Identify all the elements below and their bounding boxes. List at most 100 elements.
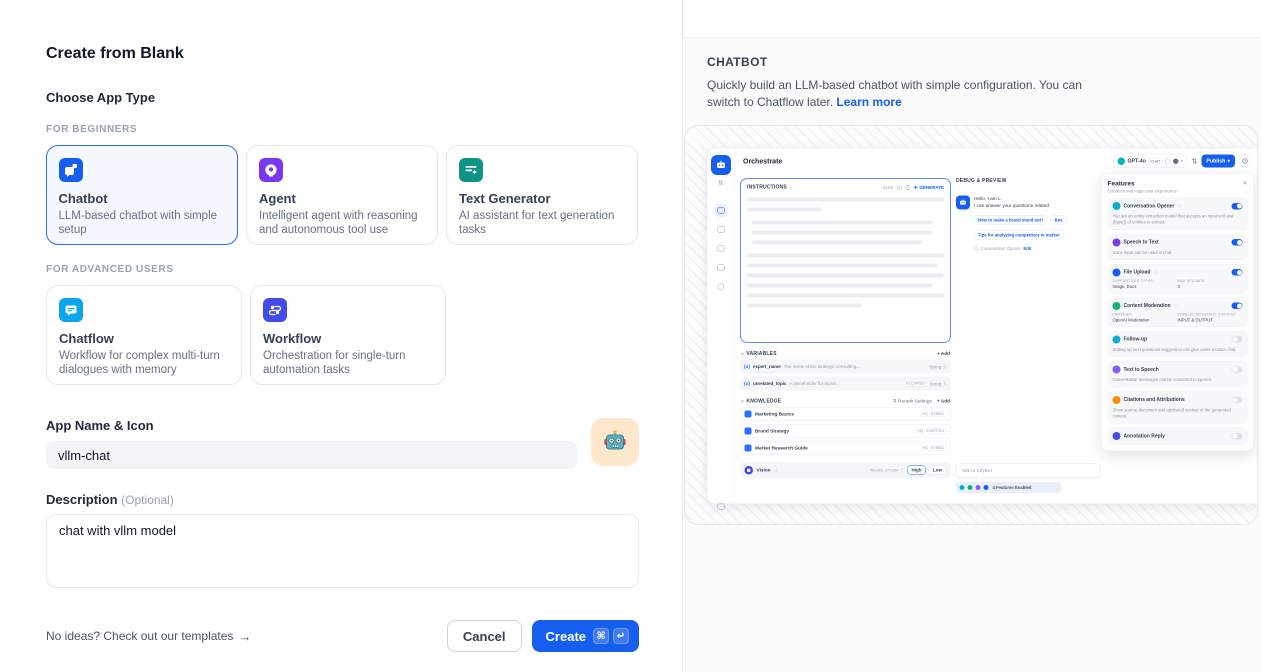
resolution-low-chip: Low	[929, 465, 947, 474]
learn-more-link[interactable]: Learn more	[836, 95, 901, 109]
app-type-card-agent[interactable]: Agent Intelligent agent with reasoning a…	[246, 145, 438, 245]
create-button[interactable]: Create ⌘ ↵	[532, 620, 639, 652]
debug-preview-title: DEBUG & PREVIEW	[956, 178, 1100, 184]
card-desc: Intelligent agent with reasoning and aut…	[259, 209, 425, 238]
card-desc: LLM-based chatbot with simple setup	[59, 209, 226, 238]
mini-orchestrate-icon	[714, 204, 727, 217]
feature-toggle	[1232, 203, 1243, 210]
variables-title: VARIABLES	[746, 351, 776, 357]
sparkle-icon	[913, 185, 918, 190]
info-icon: ⓘ	[901, 467, 905, 473]
opener-label: Conversation Opener	[981, 246, 1021, 251]
model-mini-icon-2	[1173, 158, 1179, 164]
knowledge-row: Brand Strategy HQ · INVERTED	[740, 424, 951, 438]
publish-label: Publish	[1206, 158, 1225, 164]
mini-image-icon	[714, 223, 727, 236]
caret-icon: ∨	[741, 399, 744, 404]
mini-notes-icon	[714, 261, 727, 274]
dataset-name: Market Research Guide	[755, 445, 916, 451]
mini-header: Orchestrate GPT-4o CHAT ▾ ⇅	[735, 148, 1258, 174]
card-desc: Orchestration for single-turn automation…	[263, 349, 433, 378]
citations-icon	[1113, 396, 1121, 404]
mini-history-icon	[1239, 155, 1251, 167]
feature-conversation-opener: Conversation Opener ⓘ You are an entity …	[1108, 197, 1248, 229]
templates-link-text: No ideas? Check out our templates	[46, 629, 233, 643]
features-enabled-bar: 4 Features Enabled	[956, 482, 1061, 493]
workflow-icon	[263, 298, 287, 322]
for-advanced-users-label: FOR ADVANCED USERS	[46, 264, 639, 275]
features-enabled-label: 4 Features Enabled	[993, 485, 1032, 490]
variable-icon: {x}	[897, 185, 902, 190]
mini-config-column: INSTRUCTIONS ⓘ 2192 {x} GENERATE	[740, 178, 951, 478]
dataset-badge: HQ · INVERTED	[916, 428, 947, 434]
description-textarea[interactable]	[46, 514, 639, 588]
app-name-row: App Name & Icon	[46, 418, 639, 469]
preview-description: Quickly build an LLM-based chatbot with …	[707, 77, 1087, 112]
variable-desc: A placeholder for topics...	[790, 381, 902, 386]
feature-desc: Show source document and attributed sect…	[1113, 407, 1243, 419]
variable-row: {x} unrelated_topic A placeholder for to…	[740, 376, 951, 390]
chatbot-preview-image: ⇅ Orchestrate G	[684, 125, 1258, 525]
annotation-reply-icon	[1113, 432, 1121, 440]
rerank-settings-button: ⇅ Rerank Settings	[893, 398, 932, 404]
mini-chat-input: Talk to DifyBot	[956, 463, 1100, 478]
app-name-input[interactable]	[46, 441, 577, 469]
description-label: Description (Optional)	[46, 492, 639, 507]
agent-icon	[259, 158, 283, 182]
feature-toggle	[1232, 366, 1243, 373]
card-title: Chatbot	[59, 191, 226, 206]
variable-name: unrelated_topic	[753, 381, 787, 386]
app-type-card-chatflow[interactable]: Chatflow Workflow for complex multi-turn…	[46, 285, 242, 385]
feature-text-to-speech: Text to Speech Conversation messages can…	[1108, 361, 1248, 387]
instructions-title: INSTRUCTIONS	[747, 184, 787, 190]
features-subtitle: Enhance web-app user experience	[1108, 188, 1178, 193]
kv-value: OpenAI Moderation	[1113, 317, 1178, 322]
dataset-badge: HQ · HYBRID	[920, 445, 947, 451]
variable-icon: {x}	[744, 381, 750, 386]
mini-sidebar: ⇅	[707, 148, 735, 520]
cancel-button[interactable]: Cancel	[447, 620, 522, 652]
dataset-icon	[745, 410, 752, 417]
suggested-questions: Tips for analyzing competitors in market	[974, 230, 1100, 240]
kv-key: ENABLED MODERATE CONTENT	[1178, 313, 1243, 317]
kv-value: 3	[1178, 284, 1243, 289]
feature-toggle	[1232, 433, 1243, 440]
chatbot-icon	[59, 158, 83, 182]
variable-type: String ⓢ	[929, 380, 947, 387]
variable-type: String ⓢ	[929, 363, 947, 370]
mini-variables-section: ∨ VARIABLES + Add {x} expert_name The na…	[740, 351, 951, 391]
model-mini-icon-1	[1165, 158, 1171, 164]
info-icon: ⓘ	[1174, 303, 1178, 309]
app-icon-picker[interactable]	[591, 418, 639, 466]
templates-link[interactable]: No ideas? Check out our templates →	[46, 629, 251, 644]
feature-desc: You are an entity extraction model that …	[1113, 213, 1243, 225]
speech-to-text-icon	[1113, 238, 1121, 246]
arrow-right-icon: →	[238, 629, 251, 644]
suggested-questions: How to make a brand stand out? Bes	[974, 215, 1100, 225]
modal-title: Create from Blank	[46, 45, 639, 63]
model-mode-badge: CHAT	[1148, 158, 1162, 165]
robot-emoji-icon	[601, 428, 629, 456]
app-type-card-text-generator[interactable]: Text Generator AI assistant for text gen…	[446, 145, 638, 245]
cmd-key-icon: ⌘	[593, 628, 609, 644]
conversation-opener-note: Conversation Opener Edit	[974, 246, 1100, 251]
app-type-card-chatbot[interactable]: Chatbot LLM-based chatbot with simple se…	[46, 145, 238, 245]
description-optional-text: (Optional)	[121, 493, 174, 507]
dataset-name: Marketing Basics	[755, 411, 916, 417]
chevron-down-icon: ▾	[1227, 158, 1230, 164]
mini-bottom-icon	[714, 500, 727, 513]
variable-row: {x} expert_name The name of the strategi…	[740, 359, 951, 373]
info-icon: ⓘ	[1177, 203, 1181, 209]
knowledge-title: KNOWLEDGE	[746, 398, 781, 404]
content-moderation-icon	[1113, 302, 1121, 310]
kv-key: MAX UPLOADS	[1178, 279, 1243, 283]
feature-name: Speech to Text	[1124, 239, 1159, 245]
chatflow-icon	[59, 298, 83, 322]
card-desc: Workflow for complex multi-turn dialogue…	[59, 349, 229, 378]
app-type-preview-panel: CHATBOT Quickly build an LLM-based chatb…	[682, 0, 1261, 672]
feature-citations: Citations and Attributions Show source d…	[1108, 391, 1248, 423]
app-type-card-workflow[interactable]: Workflow Orchestration for single-turn a…	[250, 285, 446, 385]
mini-debug-column: DEBUG & PREVIEW Hello, I am L. I can ans…	[956, 178, 1100, 502]
feature-content-moderation: Content Moderation ⓘ PROVIDER OpenAI Mod…	[1108, 297, 1248, 327]
feature-name: Follow-up	[1124, 337, 1148, 343]
